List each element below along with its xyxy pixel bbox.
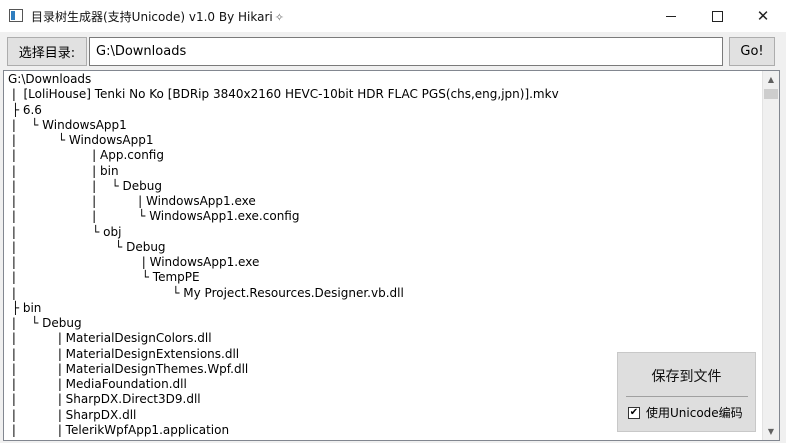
unicode-checkbox[interactable]: ✔ — [628, 406, 640, 419]
minimize-icon — [666, 15, 676, 17]
check-icon: ✔ — [629, 406, 639, 418]
minimize-button[interactable] — [648, 0, 694, 32]
save-panel: 保存到文件 ✔ 使用Unicode编码 — [617, 352, 756, 432]
maximize-button[interactable] — [694, 0, 740, 32]
tree-line: ├ 6.6 — [8, 102, 42, 117]
tree-line: | └ TempPE — [8, 270, 200, 285]
window-title-text: 目录树生成器(支持Unicode) v1.0 By Hikari — [31, 10, 273, 24]
scroll-down-icon[interactable]: ▼ — [763, 423, 779, 440]
tree-line: | └ WindowsApp1 — [8, 117, 127, 132]
tree-line: ├ bin — [8, 300, 42, 315]
title-bar: 目录树生成器(支持Unicode) v1.0 By Hikari ✧ ✕ — [0, 0, 786, 32]
unicode-checkbox-row[interactable]: ✔ 使用Unicode编码 — [628, 404, 743, 421]
tree-line: | └ Debug — [8, 316, 82, 330]
scrollbar-thumb[interactable] — [764, 89, 778, 99]
tree-line: | | | WindowsApp1.exe — [8, 194, 256, 208]
tree-line: | | WindowsApp1.exe — [8, 255, 260, 269]
close-button[interactable]: ✕ — [740, 0, 786, 32]
tree-line: | | bin — [8, 163, 119, 178]
window-title: 目录树生成器(支持Unicode) v1.0 By Hikari ✧ — [31, 8, 284, 25]
sparkle-icon: ✧ — [274, 11, 284, 24]
tree-line: | └ My Project.Resources.Designer.vb.dll — [8, 285, 404, 300]
go-button[interactable]: Go! — [729, 37, 775, 66]
tree-line: | | └ WindowsApp1.exe.config — [8, 209, 300, 224]
unicode-checkbox-label: 使用Unicode编码 — [646, 406, 743, 420]
divider — [626, 396, 748, 397]
save-to-file-button[interactable]: 保存到文件 — [623, 359, 750, 393]
tree-line: | | MaterialDesignColors.dll — [8, 331, 212, 346]
path-input[interactable] — [89, 37, 723, 66]
tree-line: | └ obj — [8, 224, 122, 239]
tree-line: | └ WindowsApp1 — [8, 133, 154, 147]
close-icon: ✕ — [756, 6, 770, 25]
app-window-icon — [9, 9, 23, 22]
select-directory-button[interactable]: 选择目录: — [7, 37, 87, 66]
vertical-scrollbar[interactable]: ▲ ▼ — [762, 71, 779, 440]
tree-line: | | └ Debug — [8, 178, 162, 193]
tree-line: | [LoliHouse] Tenki No Ko [BDRip 3840x21… — [8, 87, 559, 102]
tree-line: | | App.config — [8, 148, 164, 163]
tree-line: | └ Debug — [8, 239, 166, 254]
tree-line: G:\Downloads — [8, 72, 92, 86]
scroll-up-icon[interactable]: ▲ — [763, 71, 779, 88]
maximize-icon — [711, 10, 723, 22]
